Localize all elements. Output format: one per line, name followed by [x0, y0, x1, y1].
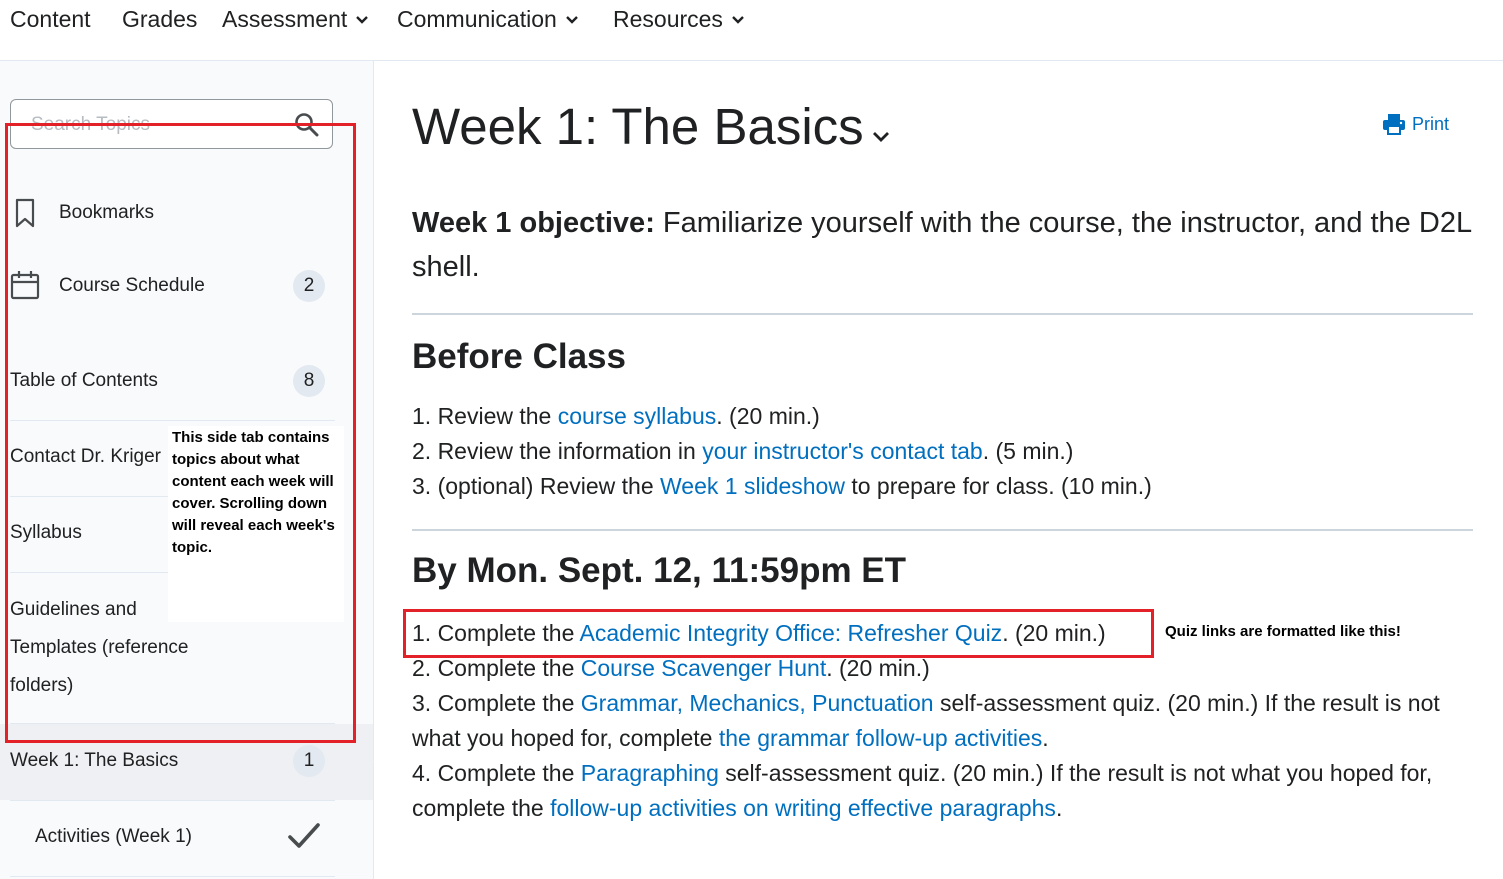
divider [10, 723, 335, 724]
calendar-icon [10, 271, 40, 300]
nav-grades-label: Grades [122, 6, 198, 32]
print-label: Print [1412, 113, 1450, 134]
sidebar-item-label: Course Schedule [59, 275, 205, 296]
week-objective: Week 1 objective: Familiarize yourself w… [412, 201, 1472, 289]
list-item-text: 2. Complete the [412, 655, 581, 681]
chevron-down-icon [732, 15, 744, 24]
sidebar-item-label: Week 1: The Basics [10, 750, 179, 771]
sidebar-item-label: Contact Dr. Kriger [10, 446, 161, 467]
chevron-down-icon [565, 15, 578, 24]
bookmark-icon [15, 198, 35, 228]
sidebar-item-label: Table of Contents [10, 370, 158, 391]
sidebar-item-course-schedule[interactable]: Course Schedule 2 [0, 266, 335, 306]
course-syllabus-link[interactable]: course syllabus [558, 403, 717, 429]
count-badge: 2 [293, 270, 325, 302]
chevron-down-icon [356, 15, 369, 24]
deadline-heading: By Mon. Sept. 12, 11:59pm ET [412, 551, 907, 590]
list-item-text: to prepare for class. (10 min.) [844, 473, 1152, 499]
count-badge: 8 [293, 365, 325, 397]
nav-resources[interactable]: Resources [613, 6, 745, 33]
list-item-text: . (20 min.) [1002, 620, 1106, 646]
grammar-quiz-link[interactable]: Grammar, Mechanics, Punctuation [581, 690, 934, 716]
list-item-text: . [1042, 725, 1049, 751]
grammar-followup-link[interactable]: the grammar follow-up activities [719, 725, 1042, 751]
nav-assessment-label: Assessment [222, 6, 348, 32]
list-item-text: 2. Review the information in [412, 438, 703, 464]
nav-assessment[interactable]: Assessment [222, 6, 369, 33]
search-input[interactable] [29, 110, 283, 140]
list-item-text: . (20 min.) [826, 655, 930, 681]
list-item: 1. Review the course syllabus. (20 min.) [412, 399, 1482, 434]
list-item-text: . (5 min.) [982, 438, 1074, 464]
sidebar-item-label: Syllabus [10, 522, 82, 543]
active-row-notch [360, 744, 374, 780]
printer-icon [1383, 114, 1405, 135]
search-box [10, 99, 333, 149]
refresher-quiz-link[interactable]: Academic Integrity Office: Refresher Qui… [580, 620, 1003, 646]
before-class-list: 1. Review the course syllabus. (20 min.)… [412, 399, 1482, 504]
list-item-text: 4. Complete the [412, 760, 581, 786]
list-item: 3. Complete the Grammar, Mechanics, Punc… [412, 686, 1482, 756]
divider [10, 800, 335, 801]
before-class-heading: Before Class [412, 337, 626, 376]
instructor-contact-link[interactable]: your instructor's contact tab [702, 438, 983, 464]
count-badge: 1 [293, 745, 325, 777]
page-title: Week 1: The Basics [412, 98, 864, 155]
paragraphing-quiz-link[interactable]: Paragraphing [581, 760, 719, 786]
chevron-down-icon[interactable] [872, 131, 890, 143]
sidebar-annotation-note: This side tab contains topics about what… [168, 426, 344, 622]
nav-resources-label: Resources [613, 6, 723, 32]
sidebar-item-table-of-contents[interactable]: Table of Contents 8 [0, 361, 335, 401]
deadline-list: 1. Complete the Academic Integrity Offic… [412, 616, 1482, 826]
nav-content-label: Content [10, 6, 91, 32]
divider [10, 420, 335, 421]
list-item: 4. Complete the Paragraphing self-assess… [412, 756, 1482, 826]
nav-grades[interactable]: Grades [122, 6, 197, 33]
checkmark-icon [288, 823, 320, 848]
list-item-text: 1. Review the [412, 403, 558, 429]
list-item-text: . (20 min.) [716, 403, 820, 429]
list-item-text: 1. Complete the [412, 620, 580, 646]
list-item: 3. (optional) Review the Week 1 slidesho… [412, 469, 1482, 504]
divider [10, 876, 335, 877]
search-icon[interactable] [294, 112, 320, 138]
paragraph-followup-link[interactable]: follow-up activities on writing effectiv… [550, 795, 1056, 821]
list-item-text: . [1055, 795, 1063, 821]
list-item-text: 3. Complete the [412, 690, 581, 716]
sidebar-item-bookmarks[interactable]: Bookmarks [0, 193, 335, 233]
nav-content[interactable]: Content [10, 6, 91, 33]
quiz-annotation-note: Quiz links are formatted like this! [1165, 623, 1401, 640]
nav-communication[interactable]: Communication [397, 6, 579, 33]
sidebar-item-label: Activities (Week 1) [35, 826, 192, 847]
scavenger-hunt-link[interactable]: Course Scavenger Hunt [581, 655, 826, 681]
sidebar-item-activities-week-1[interactable]: Activities (Week 1) [0, 817, 335, 857]
sidebar-item-week-1[interactable]: Week 1: The Basics 1 [0, 741, 335, 781]
objective-label: Week 1 objective: [412, 207, 655, 239]
main-content: Week 1: The Basics Print Week 1 objectiv… [374, 61, 1503, 879]
sidebar-item-label: Bookmarks [59, 202, 155, 223]
top-navbar: Content Grades Assessment Communication … [0, 0, 1503, 61]
list-item: 2. Review the information in your instru… [412, 434, 1482, 469]
nav-communication-label: Communication [397, 6, 557, 32]
section-divider [412, 529, 1473, 531]
list-item: 2. Complete the Course Scavenger Hunt. (… [412, 651, 1482, 686]
section-divider [412, 313, 1473, 315]
week-1-slideshow-link[interactable]: Week 1 slideshow [660, 473, 845, 499]
list-item-text: 3. (optional) Review the [412, 473, 661, 499]
print-button[interactable]: Print [1382, 113, 1449, 135]
